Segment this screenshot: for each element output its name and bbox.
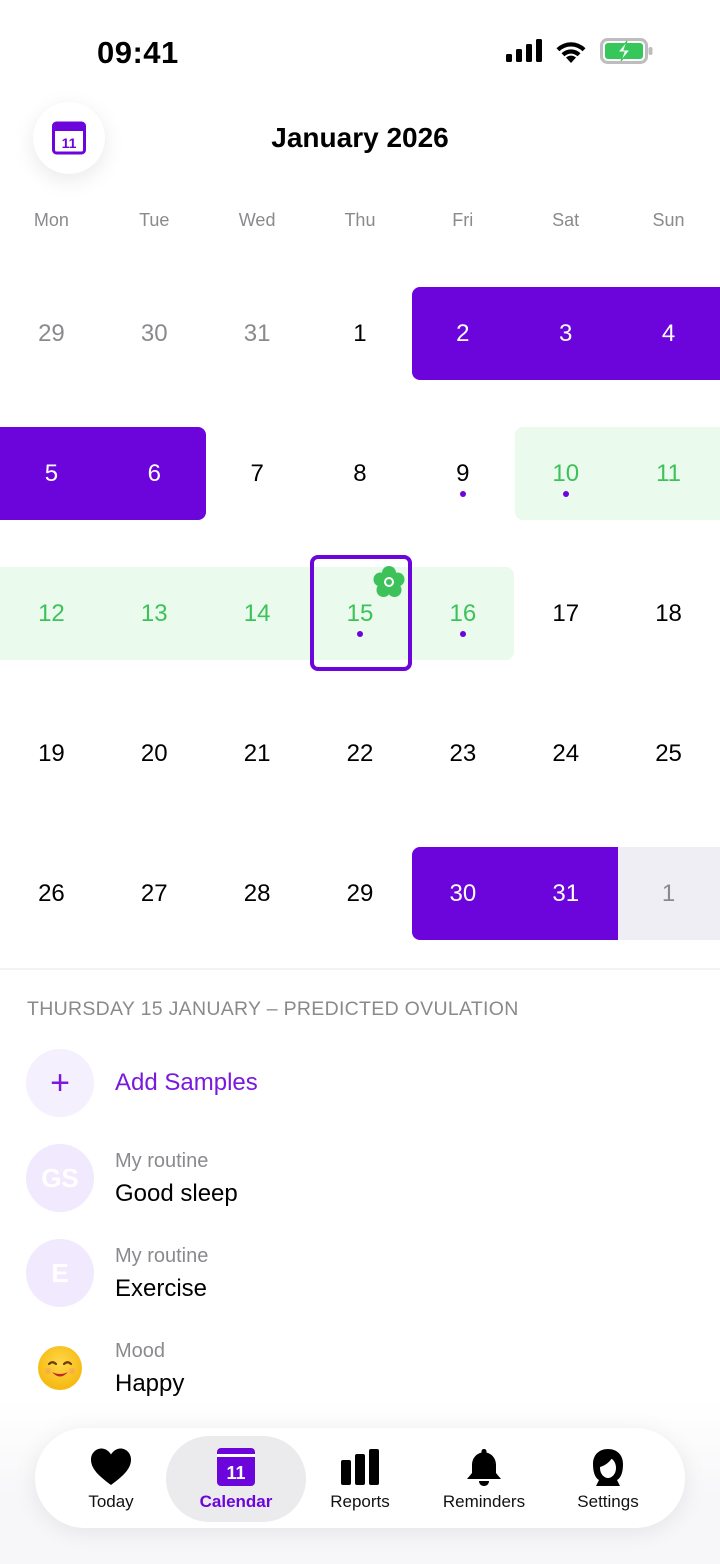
calendar-day-fertile[interactable]: 16 (411, 600, 514, 628)
calendar-icon: 11 (216, 1446, 256, 1488)
tab-today[interactable]: Today (41, 1436, 181, 1522)
calendar-day-period[interactable]: 31 (514, 880, 617, 908)
calendar-day-fertile[interactable]: 10 (514, 460, 617, 488)
calendar-day[interactable]: 29 (309, 880, 412, 908)
tab-calendar[interactable]: 11 Calendar (166, 1436, 306, 1522)
calendar-day-period[interactable]: 5 (0, 460, 103, 488)
calendar-day[interactable]: 31 (206, 320, 309, 348)
item-category: My routine (115, 1245, 209, 1267)
avatar: GS (26, 1144, 94, 1212)
selected-day-title: THURSDAY 15 JANUARY – PREDICTED OVULATIO… (27, 998, 519, 1020)
calendar-day[interactable]: 26 (0, 880, 103, 908)
sample-dot (460, 631, 466, 637)
sample-dot (460, 491, 466, 497)
add-samples-button[interactable]: + Add Samples (26, 1049, 706, 1119)
list-item[interactable]: GS My routine Good sleep (26, 1144, 706, 1214)
calendar-day-period[interactable]: 4 (617, 320, 720, 348)
calendar-day[interactable]: 30 (103, 320, 206, 348)
item-category: My routine (115, 1150, 209, 1172)
calendar-day[interactable]: 1 (309, 320, 412, 348)
bar-chart-icon (340, 1446, 380, 1488)
svg-text:11: 11 (226, 1463, 245, 1483)
plus-icon: + (26, 1049, 94, 1117)
calendar-day[interactable]: 19 (0, 740, 103, 768)
calendar-day-fertile[interactable]: 14 (206, 600, 309, 628)
calendar-day[interactable]: 7 (206, 460, 309, 488)
tab-settings[interactable]: Settings (538, 1436, 678, 1522)
divider (0, 968, 720, 970)
tab-label: Reminders (442, 1492, 526, 1511)
item-value: Good sleep (115, 1180, 238, 1207)
calendar-day[interactable]: 28 (206, 880, 309, 908)
calendar-day-period[interactable]: 30 (411, 880, 514, 908)
calendar-day[interactable]: 27 (103, 880, 206, 908)
list-item[interactable]: Mood Happy (26, 1334, 706, 1404)
list-item[interactable]: E My routine Exercise (26, 1239, 706, 1309)
tab-reminders[interactable]: Reminders (414, 1436, 554, 1522)
ovulation-flower-icon (373, 566, 405, 597)
tab-label: Settings (577, 1492, 639, 1511)
item-category: Mood (115, 1340, 166, 1362)
tab-label: Calendar (199, 1492, 273, 1511)
avatar: E (26, 1239, 94, 1307)
calendar-day[interactable]: 17 (514, 600, 617, 628)
calendar-day-next-month[interactable]: 1 (617, 880, 720, 908)
calendar-day[interactable]: 21 (206, 740, 309, 768)
calendar-day[interactable]: 9 (411, 460, 514, 488)
sample-dot (563, 491, 569, 497)
calendar-day[interactable]: 18 (617, 600, 720, 628)
calendar-day[interactable]: 25 (617, 740, 720, 768)
calendar-day-period[interactable]: 3 (514, 320, 617, 348)
heart-icon (89, 1446, 133, 1488)
tab-bar: Today 11 Calendar Reports Reminders Sett… (35, 1428, 685, 1528)
avatar (26, 1334, 94, 1402)
calendar-day-fertile[interactable]: 13 (103, 600, 206, 628)
item-value: Exercise (115, 1275, 208, 1302)
bell-icon (464, 1446, 504, 1488)
calendar-day-fertile[interactable]: 12 (0, 600, 103, 628)
calendar-day[interactable]: 22 (309, 740, 412, 768)
calendar-grid: 29 30 31 1 2 3 4 5 6 7 8 9 10 11 12 13 1… (0, 0, 720, 970)
add-samples-label: Add Samples (115, 1069, 258, 1096)
calendar-day[interactable]: 23 (411, 740, 514, 768)
calendar-day-period[interactable]: 2 (411, 320, 514, 348)
calendar-day-period[interactable]: 6 (103, 460, 206, 488)
profile-icon (588, 1446, 628, 1488)
calendar-day[interactable]: 20 (103, 740, 206, 768)
calendar-day[interactable]: 24 (514, 740, 617, 768)
calendar-day-fertile[interactable]: 11 (617, 460, 720, 488)
tab-label: Today (88, 1492, 134, 1511)
calendar-day[interactable]: 29 (0, 320, 103, 348)
tab-label: Reports (330, 1492, 390, 1511)
tab-reports[interactable]: Reports (290, 1436, 430, 1522)
smiling-emoji-icon (38, 1346, 82, 1390)
calendar-day[interactable]: 8 (309, 460, 412, 488)
item-value: Happy (115, 1370, 185, 1397)
